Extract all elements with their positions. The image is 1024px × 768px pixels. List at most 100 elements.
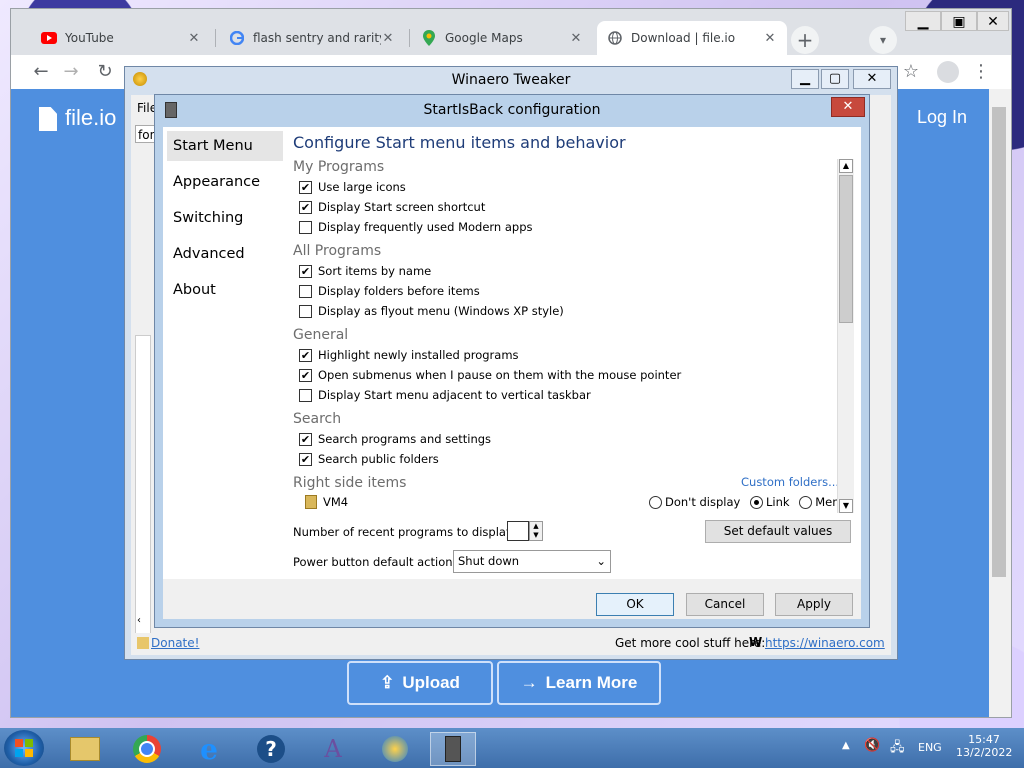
close-tab-icon[interactable]: ✕ (763, 31, 777, 46)
internet-explorer-icon[interactable]: e (186, 732, 232, 766)
dialog-title: StartIsBack configuration (423, 102, 601, 118)
startisback-taskbar-icon[interactable] (430, 732, 476, 766)
power-action-value: Shut down (458, 554, 520, 568)
winaero-title: Winaero Tweaker (451, 72, 571, 88)
recent-programs-spinner[interactable]: ▲ ▼ (529, 521, 543, 541)
maximize-icon[interactable]: ▣ (941, 11, 977, 31)
nav-appearance[interactable]: Appearance (167, 167, 283, 197)
close-tab-icon[interactable]: ✕ (381, 31, 395, 46)
checkbox-folders-before-items[interactable]: Display folders before items (299, 283, 480, 299)
brand-name[interactable]: file.io (65, 105, 116, 131)
recent-programs-input[interactable] (507, 521, 529, 541)
options-scrollbar[interactable]: ▲ ▼ (837, 159, 854, 513)
reload-icon[interactable]: ↻ (93, 61, 117, 83)
bookmark-star-icon[interactable]: ☆ (899, 61, 923, 83)
tab-file-io[interactable]: Download | file.io ✕ (597, 21, 787, 55)
set-default-values-button[interactable]: Set default values (705, 520, 851, 543)
show-hidden-icons[interactable]: ▲ (842, 740, 850, 751)
new-tab-button[interactable]: + (791, 26, 819, 54)
nav-switching[interactable]: Switching (167, 203, 283, 233)
minimize-icon[interactable]: ▁ (905, 11, 941, 31)
font-app-icon[interactable]: A (310, 732, 356, 766)
cancel-button[interactable]: Cancel (686, 593, 764, 616)
checkbox-highlight-new[interactable]: ✔ Highlight newly installed programs (299, 347, 519, 363)
user-folder-icon (305, 495, 317, 509)
file-explorer-icon[interactable] (62, 732, 108, 766)
scroll-left-icon[interactable]: ‹ (137, 615, 141, 626)
windows-logo-icon (25, 739, 33, 747)
close-icon[interactable]: ✕ (831, 97, 865, 117)
back-icon[interactable]: ← (29, 61, 53, 83)
winaero-site-link[interactable]: https://winaero.com (765, 636, 885, 650)
scroll-down-icon[interactable]: ▼ (839, 499, 853, 513)
windows-logo-icon (15, 739, 23, 747)
more-stuff-label: Get more cool stuff here: (615, 636, 766, 650)
checkbox-sort-by-name[interactable]: ✔ Sort items by name (299, 263, 431, 279)
volume-muted-icon[interactable]: 🔇 (864, 738, 880, 753)
learn-more-label: Learn More (545, 673, 638, 692)
winaero-w-icon: W (749, 635, 763, 649)
radio-link[interactable]: Link (750, 495, 790, 509)
checkbox-adjacent-taskbar[interactable]: Display Start menu adjacent to vertical … (299, 387, 591, 403)
learn-more-button[interactable]: → Learn More (497, 661, 661, 705)
winaero-tweaker-icon[interactable] (372, 732, 418, 766)
section-all-programs: All Programs (293, 243, 382, 259)
minimize-icon[interactable]: ▁ (791, 69, 819, 89)
checkbox-icon (299, 304, 312, 318)
radio-icon (649, 496, 662, 509)
profile-avatar-icon[interactable] (937, 61, 959, 83)
close-tab-icon[interactable]: ✕ (569, 31, 583, 46)
donate-link[interactable]: Donate! (151, 636, 199, 650)
close-icon[interactable]: ✕ (977, 11, 1009, 31)
checkbox-icon: ✔ (299, 264, 312, 278)
maximize-icon[interactable]: ▢ (821, 69, 849, 89)
arrow-right-icon: → (520, 673, 538, 692)
google-maps-icon (421, 30, 437, 46)
apply-button[interactable]: Apply (775, 593, 853, 616)
tab-google-maps[interactable]: Google Maps ✕ (411, 21, 593, 55)
start-button[interactable] (4, 730, 44, 766)
winaero-tree-scrollbar[interactable] (135, 335, 151, 635)
network-icon[interactable]: 🖧 (890, 738, 905, 760)
nav-advanced[interactable]: Advanced (167, 239, 283, 269)
forward-icon[interactable]: → (59, 61, 83, 83)
language-indicator[interactable]: ENG (918, 741, 942, 754)
close-tab-icon[interactable]: ✕ (187, 31, 201, 46)
tab-title: Google Maps (445, 31, 523, 45)
power-action-select[interactable]: Shut down ⌄ (453, 550, 611, 573)
checkbox-frequent-modern-apps[interactable]: Display frequently used Modern apps (299, 219, 533, 235)
section-my-programs: My Programs (293, 159, 385, 175)
checkbox-open-submenus[interactable]: ✔ Open submenus when I pause on them with… (299, 367, 681, 383)
login-link[interactable]: Log In (917, 107, 967, 128)
checkbox-label: Search programs and settings (318, 432, 492, 446)
tab-google-search[interactable]: flash sentry and rarity - ✕ (219, 21, 405, 55)
checkbox-use-large-icons[interactable]: ✔ Use large icons (299, 179, 406, 195)
checkbox-search-programs[interactable]: ✔ Search programs and settings (299, 431, 491, 447)
close-icon[interactable]: ✕ (853, 69, 891, 89)
upload-button[interactable]: ⇪ Upload (347, 661, 493, 705)
chrome-icon[interactable] (124, 732, 170, 766)
menu-kebab-icon[interactable]: ⋮ (969, 61, 993, 83)
nav-about[interactable]: About (167, 275, 283, 305)
file-logo-icon (39, 107, 57, 131)
page-scrollbar-thumb[interactable] (992, 107, 1006, 577)
checkbox-label: Display frequently used Modern apps (318, 220, 533, 234)
scroll-up-icon[interactable]: ▲ (839, 159, 853, 173)
custom-folders-link[interactable]: Custom folders... (741, 475, 839, 489)
radio-dont-display[interactable]: Don't display (649, 495, 740, 509)
tab-youtube[interactable]: YouTube ✕ (31, 21, 211, 55)
checkbox-search-public[interactable]: ✔ Search public folders (299, 451, 439, 467)
checkbox-start-screen-shortcut[interactable]: ✔ Display Start screen shortcut (299, 199, 485, 215)
clock[interactable]: 15:47 13/2/2022 (956, 733, 1012, 759)
help-icon[interactable]: ? (248, 732, 294, 766)
tab-title: YouTube (65, 31, 114, 45)
tab-separator (215, 29, 216, 47)
scrollbar-thumb[interactable] (839, 175, 853, 323)
checkbox-flyout-menu[interactable]: Display as flyout menu (Windows XP style… (299, 303, 564, 319)
ok-button[interactable]: OK (596, 593, 674, 616)
tab-search-icon[interactable]: ▾ (869, 26, 897, 54)
nav-start-menu[interactable]: Start Menu (167, 131, 283, 161)
upload-icon: ⇪ (380, 673, 395, 692)
checkbox-label: Highlight newly installed programs (318, 348, 519, 362)
checkbox-label: Open submenus when I pause on them with … (318, 368, 682, 382)
